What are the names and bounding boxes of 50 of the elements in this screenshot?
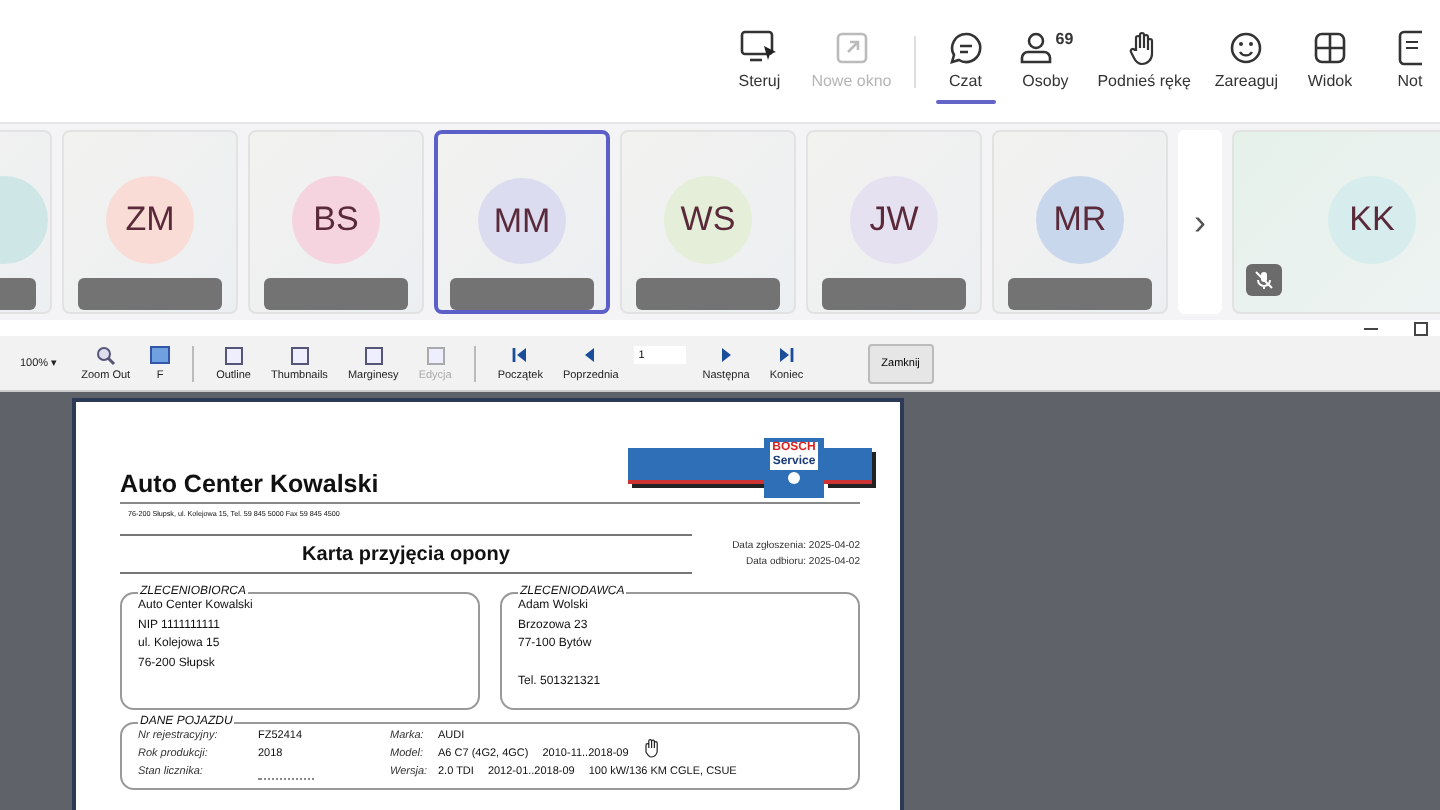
outline-icon xyxy=(223,345,244,365)
thumbs-icon xyxy=(289,345,310,365)
toolbar-button[interactable]: Steruj xyxy=(721,18,798,104)
avatar: MR xyxy=(1036,176,1124,264)
first-icon xyxy=(512,345,529,365)
smiley-icon xyxy=(1228,30,1265,66)
next-icon xyxy=(720,345,733,365)
avatar: ZM xyxy=(106,176,194,264)
name-bar xyxy=(1008,278,1152,310)
name-bar xyxy=(636,278,780,310)
name-bar xyxy=(822,278,966,310)
margins-icon xyxy=(363,345,384,365)
name-bar xyxy=(78,278,222,310)
toolbar-button[interactable]: 69 Osoby xyxy=(1007,18,1084,104)
f-icon xyxy=(150,345,171,365)
avatar: JW xyxy=(850,176,938,264)
hand-cursor-icon xyxy=(642,738,662,758)
chat-icon xyxy=(947,30,984,66)
avatar: BS xyxy=(292,176,380,264)
toolbar-button[interactable]: Czat xyxy=(927,18,1004,104)
participant-tile[interactable]: MR xyxy=(992,130,1168,314)
toolbar-button[interactable]: Podnieś rękę xyxy=(1087,18,1201,104)
participant-tile[interactable]: ZM xyxy=(62,130,238,314)
participant-tile[interactable]: JW xyxy=(806,130,982,314)
avatar: WS xyxy=(664,176,752,264)
name-bar xyxy=(450,278,594,310)
grid-icon xyxy=(1312,30,1348,66)
toolbar-button[interactable]: Not xyxy=(1372,18,1440,104)
name-bar xyxy=(264,278,408,310)
participant-tile[interactable]: WS xyxy=(620,130,796,314)
document-title: Karta przyjęcia opony xyxy=(120,534,692,574)
avatar: MM xyxy=(478,178,566,265)
avatar: KK xyxy=(1328,176,1416,264)
last-icon xyxy=(778,345,795,365)
notes-icon xyxy=(1398,30,1422,66)
company-name: Auto Center Kowalski xyxy=(120,470,381,498)
participant-tile[interactable]: KK xyxy=(1232,130,1440,314)
toolbar-button[interactable]: Widok xyxy=(1292,18,1368,104)
edit-icon xyxy=(425,345,446,365)
person-icon xyxy=(1017,30,1054,66)
toolbar-button[interactable]: Zareaguj xyxy=(1204,18,1288,104)
minimize-icon[interactable] xyxy=(1364,327,1378,329)
prev-icon xyxy=(584,345,597,365)
participant-tile[interactable]: MM xyxy=(434,130,610,314)
next-button[interactable]: › xyxy=(1178,130,1222,314)
popout-icon xyxy=(833,30,870,66)
zoomout-icon xyxy=(95,345,116,365)
screen-cursor-icon xyxy=(739,30,780,66)
participant-tile[interactable]: BS xyxy=(248,130,424,314)
people-count: 69 xyxy=(1055,30,1074,48)
